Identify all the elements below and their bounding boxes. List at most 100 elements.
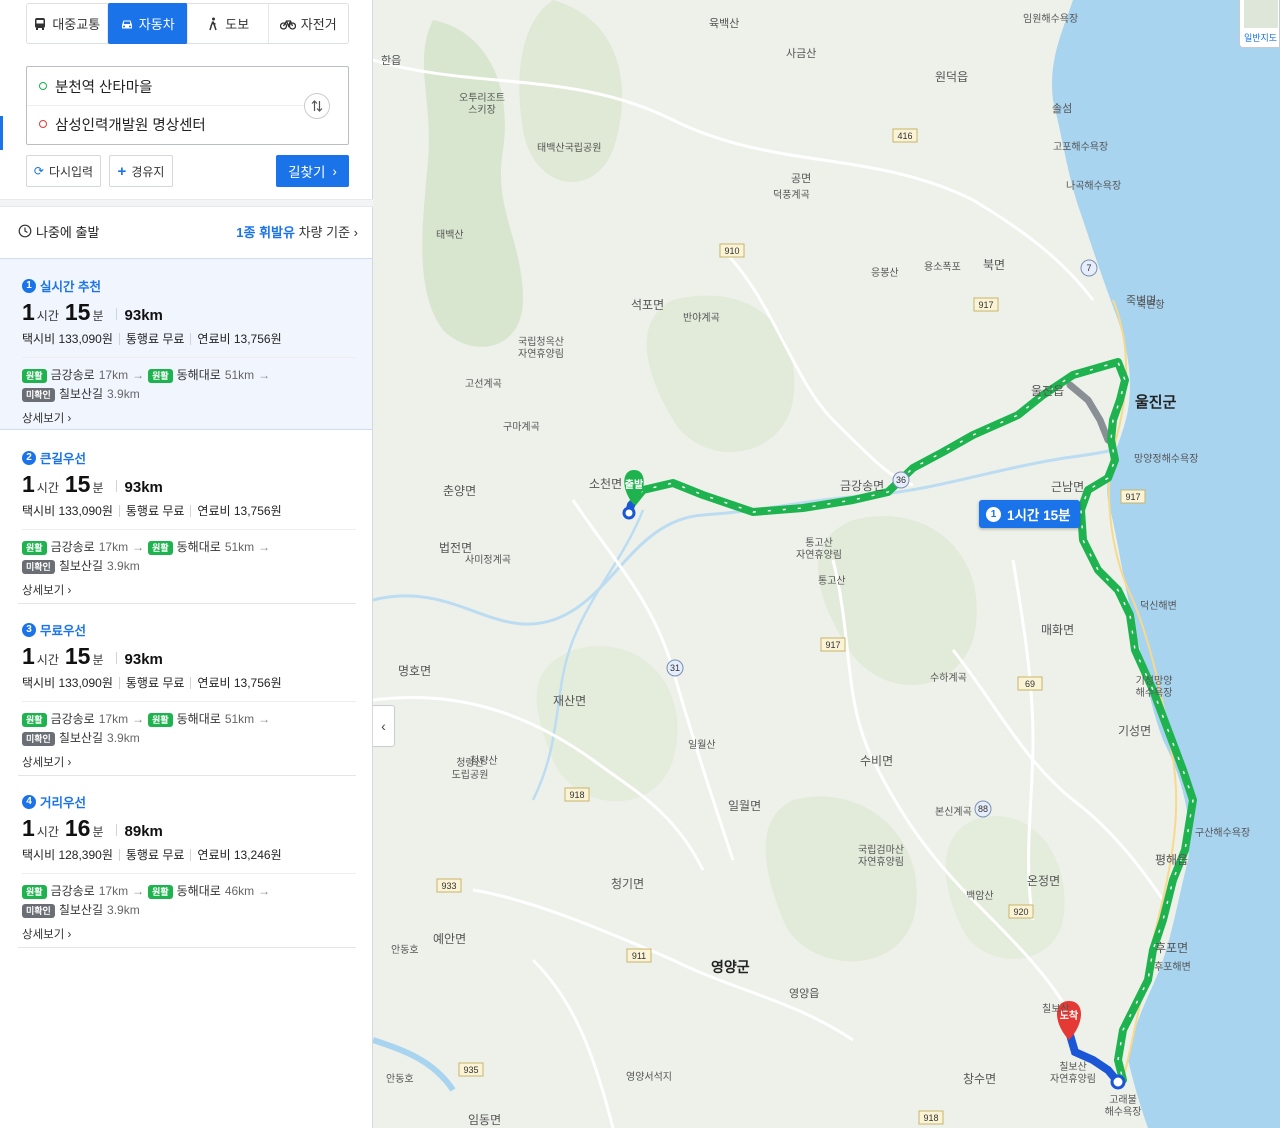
duration-minute-unit: 분 [92, 309, 104, 323]
toll-fee: 통행료 무료 [125, 504, 185, 518]
road-distance: 46km [224, 884, 255, 898]
car-icon [121, 20, 132, 28]
chevron-left-icon: ‹ [381, 718, 386, 734]
route-option-label: 무료우선 [40, 624, 87, 638]
duration-minutes: 15 [64, 643, 91, 669]
divider [115, 308, 117, 320]
duration-hour-unit: 시간 [36, 309, 59, 323]
divider [118, 504, 120, 517]
route-time-badge[interactable]: 1 1시간 15분 [979, 500, 1080, 528]
traffic-status-badge: 원활 [148, 368, 173, 383]
road-number: 917 [978, 300, 993, 310]
map-label-sageumsan: 사금산 [786, 47, 816, 60]
route-option-title: 4 거리우선 [22, 792, 356, 811]
road-number-shield: 933 [436, 878, 462, 893]
map-label-soksa: 솔섬 [1052, 102, 1072, 115]
map-base: 출발 도착 울진군영양군울진읍근남면매화면기성면평해읍후포면온정면수비면일월면청… [373, 0, 1280, 1128]
road-number: 416 [897, 131, 912, 141]
arrow-right-icon: → [132, 368, 145, 382]
depart-later-button[interactable]: 나중에 출발 [18, 222, 99, 241]
road-number-shield: 935 [458, 1062, 484, 1077]
tab-label: 자전거 [300, 17, 337, 32]
road-distance: 17km [98, 540, 129, 554]
tab-bicycle[interactable]: 자전거 [269, 4, 349, 43]
tab-walk[interactable]: 도보 [188, 4, 269, 43]
road-name: 칠보산길 [58, 731, 104, 745]
add-waypoint-button[interactable]: + 경유지 [109, 155, 173, 187]
chevron-right-icon: › [67, 757, 72, 769]
route-detail-link[interactable]: 상세보기 › [22, 410, 356, 426]
reset-button[interactable]: ⟳ 다시입력 [26, 155, 101, 187]
map-canvas[interactable]: 출발 도착 울진군 영양군 울진읍 근남면 매화면 기성면 평해읍 후포면 온정면 수비면 일월면 청… [373, 0, 1280, 1128]
arrow-right-icon: → [132, 884, 145, 898]
road-distance: 17km [98, 712, 129, 726]
divider [190, 848, 192, 861]
section-divider [0, 199, 373, 207]
vehicle-setting-link[interactable]: 1종 휘발유 차량 기준 › [236, 222, 358, 241]
divider [22, 357, 356, 358]
start-field[interactable]: 분천역 산타마을 [39, 67, 152, 105]
map-label-yukbaeksan: 육백산 [709, 17, 739, 30]
road-number: 31 [670, 663, 680, 673]
map-label-han: 한읍 [381, 54, 401, 67]
route-detail-link[interactable]: 상세보기 › [22, 926, 356, 942]
route-option-card[interactable]: 2 큰길우선 1 시간 15 분 93km 택시비 133,090원 통행료 무료 연료비 13,… [22, 448, 356, 598]
divider [115, 652, 117, 664]
search-route-button[interactable]: 길찾기 › [276, 155, 349, 187]
road-number: 36 [896, 475, 906, 485]
bicycle-icon [279, 19, 296, 30]
route-option-card[interactable]: 3 무료우선 1 시간 15 분 93km 택시비 133,090원 통행료 무료 연료비 13,… [22, 620, 356, 770]
divider [190, 676, 192, 689]
map-label-saimyeong: 사미정계곡 [465, 554, 511, 566]
duration-hours: 1 [22, 643, 35, 669]
road-name: 칠보산길 [58, 559, 104, 573]
duration-hour-unit: 시간 [36, 825, 59, 839]
route-option-label: 큰길우선 [40, 452, 87, 466]
map-label-jangsa: 망양정해수욕장 [1134, 452, 1198, 465]
tab-transit[interactable]: 대중교통 [27, 4, 108, 43]
reset-label: 다시입력 [48, 164, 94, 179]
route-number-badge: 3 [22, 622, 36, 637]
route-costs: 택시비 133,090원 통행료 무료 연료비 13,756원 [22, 502, 356, 519]
road-number: 7 [1086, 263, 1091, 273]
search-label: 길찾기 [288, 165, 326, 180]
road-number: 918 [923, 1113, 938, 1123]
road-line: 원활 금강송로 17km → 원활 동해대로 46km → [22, 882, 356, 901]
route-detail-link[interactable]: 상세보기 › [22, 754, 356, 770]
map-label-subi: 수비면 [860, 754, 893, 768]
road-number-shield: 910 [719, 243, 745, 258]
tab-car[interactable]: 자동차 [107, 3, 188, 44]
duration-minute-unit: 분 [92, 825, 104, 839]
map-label-hupo: 후포면 [1155, 941, 1188, 955]
map-label-goppo: 고포해수욕장 [1053, 140, 1108, 153]
collapse-panel-button[interactable]: ‹ [373, 705, 395, 747]
map-type-switcher[interactable]: 일반지도 [1239, 0, 1280, 48]
destination-field[interactable]: 삼성인력개발원 명상센터 [39, 105, 206, 143]
route-option-card[interactable]: 4 거리우선 1 시간 16 분 89km 택시비 128,390원 통행료 무료 연료비 13,… [22, 792, 356, 942]
map-label-county-yeongyang: 영양군 [711, 959, 750, 975]
road-distance: 3.9km [107, 731, 140, 745]
map-label-maehwa: 매화면 [1041, 623, 1074, 637]
traffic-status-badge: 원활 [22, 712, 47, 727]
depart-later-label: 나중에 출발 [36, 224, 100, 240]
map-label-taebaek-park: 태백산국립공원 [537, 141, 601, 154]
route-option-card[interactable]: 1 실시간 추천 1 시간 15 분 93km 택시비 133,090원 통행료 무료 연료비 1… [22, 276, 356, 426]
arrow-right-icon: → [258, 540, 271, 554]
start-marker-label: 출발 [625, 478, 644, 491]
route-detail-link[interactable]: 상세보기 › [22, 582, 356, 598]
road-number-shield: 917 [1120, 489, 1146, 504]
map-label-geumgangsong: 금강송면 [840, 479, 884, 493]
map-label-cheonggi: 청기면 [611, 877, 644, 891]
road-name: 칠보산길 [58, 387, 104, 401]
traffic-status-badge: 미확인 [22, 731, 55, 746]
road-line: 원활 금강송로 17km → 원활 동해대로 51km → [22, 710, 356, 729]
arrow-right-icon: → [258, 712, 271, 726]
road-name: 금강송로 [50, 712, 95, 726]
bus-icon [35, 17, 46, 30]
route-number-badge: 1 [22, 278, 36, 293]
arrow-right-icon: → [132, 712, 145, 726]
route-duration: 1 시간 15 분 93km [22, 643, 356, 670]
map-label-ilwolsan: 일월산 [688, 739, 716, 751]
swap-button[interactable] [304, 93, 330, 119]
map-label-yongso: 용소폭포 [924, 261, 961, 273]
